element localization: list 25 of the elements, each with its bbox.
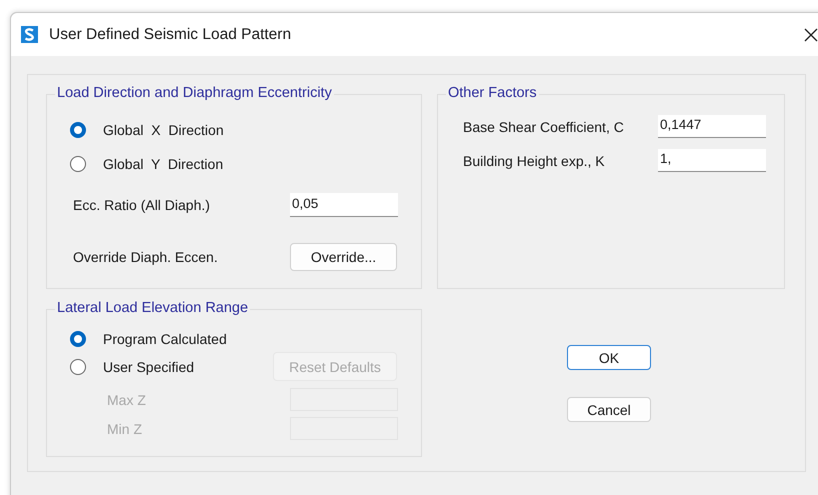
radio-button[interactable] [70,122,86,138]
radio-label: Global Y Direction [103,156,224,172]
radio-button[interactable] [70,156,86,172]
window-title: User Defined Seismic Load Pattern [49,26,292,44]
dialog-button[interactable]: OK [567,345,651,370]
app-logo-icon [21,26,38,43]
field-label: Building Height exp., K [463,152,606,168]
group-title: Lateral Load Elevation Range [55,300,250,316]
override-button[interactable]: Override... [290,243,397,271]
dialog-button[interactable]: Cancel [567,397,651,422]
field-label: Override Diaph. Eccen. [73,249,219,265]
field-label: Max Z [107,392,147,408]
close-icon[interactable] [804,28,818,42]
input-field[interactable]: 0,05 [290,193,398,217]
input-field[interactable]: 0,1447 [658,115,766,138]
group-title: Load Direction and Diaphragm Eccentricity [55,85,334,101]
input-field[interactable]: 1, [658,149,766,172]
field-label: Min Z [107,420,143,436]
radio-label: Program Calculated [103,331,227,347]
field-label: Ecc. Ratio (All Diaph.) [73,197,211,213]
radio-button[interactable] [70,358,86,374]
field-label: Base Shear Coefficient, C [463,118,625,134]
radio-label: User Specified [103,358,194,374]
radio-button[interactable] [70,331,86,347]
radio-label: Global X Direction [103,122,224,138]
